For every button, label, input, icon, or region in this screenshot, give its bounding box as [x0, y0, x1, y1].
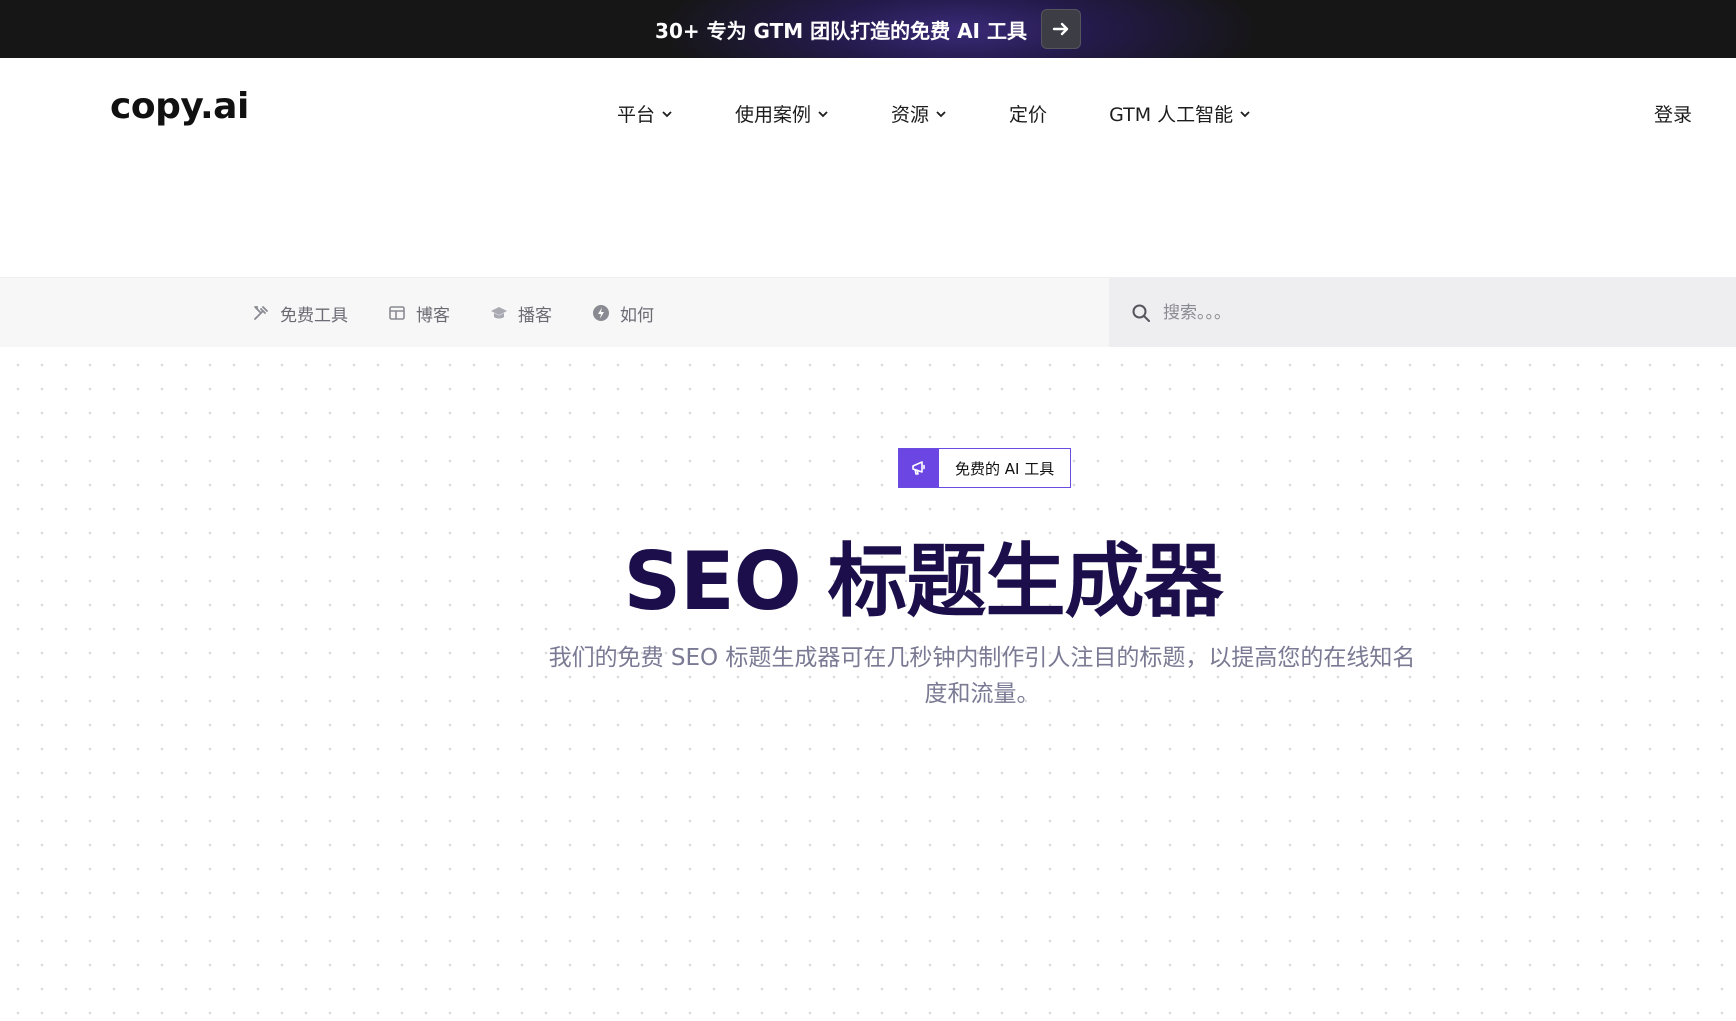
subnav-item-free-tools[interactable]: 免费工具 — [252, 301, 348, 326]
page-title: SEO 标题生成器 — [623, 535, 1223, 628]
nav-item-pricing[interactable]: 定价 — [1009, 100, 1047, 127]
blog-icon — [389, 306, 405, 320]
search-bar — [1109, 278, 1736, 348]
graduation-cap-icon — [491, 307, 507, 319]
chevron-down-icon — [936, 110, 946, 117]
search-icon — [1132, 304, 1150, 322]
subnav-item-label: 如何 — [620, 305, 654, 326]
arrow-right-icon — [1052, 22, 1069, 36]
hero-section: 免费的 AI 工具 SEO 标题生成器 我们的免费 SEO 标题生成器可在几秒钟… — [0, 347, 1736, 1021]
subnav-item-label: 免费工具 — [280, 305, 348, 326]
main-navigation: copy.ai 平台 使用案例 资源 定价 GTM 人工智能 登录 — [0, 58, 1736, 168]
lightning-circle-icon — [593, 305, 609, 321]
subnav-item-podcast[interactable]: 播客 — [490, 301, 552, 326]
subnav-item-label: 博客 — [416, 305, 450, 326]
subnav-item-blog[interactable]: 博客 — [388, 301, 450, 326]
login-link[interactable]: 登录 — [1654, 100, 1692, 127]
sub-navigation: 免费工具 博客 播客 如何 — [0, 277, 1736, 348]
hero-subtitle: 我们的免费 SEO 标题生成器可在几秒钟内制作引人注目的标题，以提高您的在线知名… — [548, 645, 1416, 707]
nav-item-resources[interactable]: 资源 — [891, 100, 947, 127]
nav-item-use-cases[interactable]: 使用案例 — [735, 100, 829, 127]
nav-item-label: GTM 人工智能 — [1109, 104, 1234, 126]
chevron-down-icon — [662, 110, 672, 117]
subnav-item-label: 播客 — [518, 305, 552, 326]
free-ai-tools-badge: 免费的 AI 工具 — [898, 448, 1072, 488]
subnav-links: 免费工具 博客 播客 如何 — [252, 278, 694, 348]
chevron-down-icon — [818, 110, 828, 117]
nav-menu: 平台 使用案例 资源 定价 GTM 人工智能 — [617, 100, 1313, 127]
nav-item-gtm-ai[interactable]: GTM 人工智能 — [1109, 100, 1251, 127]
nav-item-label: 定价 — [1009, 104, 1048, 126]
badge-icon-box — [899, 449, 939, 487]
subnav-item-how-to[interactable]: 如何 — [592, 301, 654, 326]
megaphone-icon — [912, 461, 925, 475]
nav-item-label: 资源 — [891, 104, 930, 126]
nav-item-platform[interactable]: 平台 — [617, 100, 673, 127]
announcement-text[interactable]: 30+ 专为 GTM 团队打造的免费 AI 工具 — [655, 15, 1027, 44]
badge-label: 免费的 AI 工具 — [955, 459, 1055, 478]
search-input[interactable] — [1163, 303, 1663, 323]
logo[interactable]: copy.ai — [110, 86, 249, 127]
tools-icon — [254, 306, 268, 320]
nav-item-label: 平台 — [617, 104, 656, 126]
chevron-down-icon — [1240, 110, 1250, 117]
nav-item-label: 使用案例 — [735, 104, 812, 126]
announcement-arrow-button[interactable] — [1040, 9, 1081, 49]
announcement-bar: 30+ 专为 GTM 团队打造的免费 AI 工具 — [0, 0, 1736, 58]
